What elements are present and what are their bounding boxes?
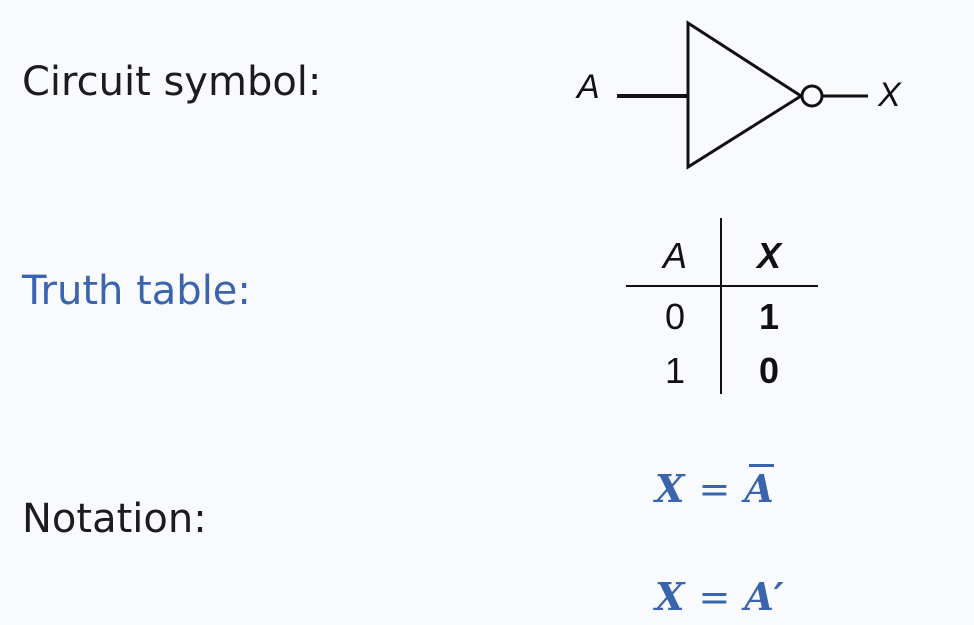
- circuit-symbol-label: Circuit symbol:: [22, 59, 322, 105]
- gate-input-label: A: [575, 68, 600, 106]
- gate-output-label: X: [877, 76, 902, 114]
- eq1-rhs-complement: A: [744, 464, 775, 511]
- truth-table-label: Truth table:: [22, 268, 251, 314]
- truth-table-horizontal-divider: [626, 285, 818, 287]
- gate-triangle: [686, 20, 804, 170]
- notation-equation-overbar: X = A: [655, 464, 775, 511]
- eq1-operator: =: [698, 467, 731, 511]
- truth-table-row1-a: 0: [664, 296, 686, 337]
- gate-inversion-bubble: [800, 84, 824, 108]
- eq1-lhs: X: [655, 466, 685, 511]
- notation-equation-prime: X = A′: [655, 575, 784, 619]
- notation-label: Notation:: [22, 496, 207, 542]
- not-gate-diagram: A X: [575, 20, 902, 170]
- truth-table-row2-a: 1: [664, 350, 686, 391]
- truth-table-header-x: X: [756, 235, 781, 276]
- truth-table-header-a: A: [662, 235, 687, 276]
- truth-table-row2-x: 0: [758, 350, 780, 391]
- eq2-operator: =: [698, 575, 731, 619]
- truth-table-row1-x: 1: [758, 296, 780, 337]
- eq2-lhs: X: [655, 574, 685, 619]
- eq2-rhs: A′: [744, 574, 784, 619]
- truth-table-vertical-divider: [720, 218, 722, 394]
